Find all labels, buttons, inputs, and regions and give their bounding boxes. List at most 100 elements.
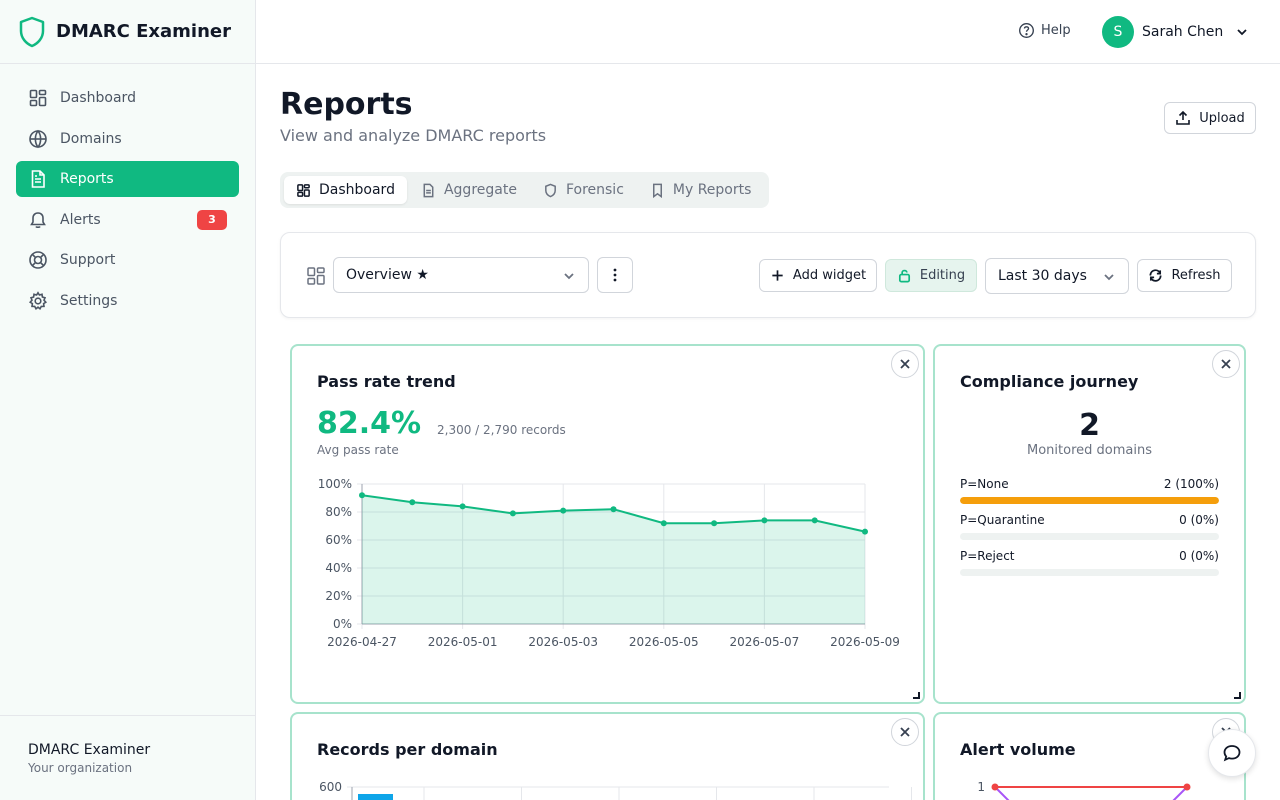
shield-icon (545, 183, 556, 197)
records-per-domain-widget[interactable]: Records per domain 600 (290, 712, 925, 800)
y-tick-label: 600 (319, 780, 342, 794)
data-point (459, 503, 466, 510)
remove-widget-button[interactable] (891, 350, 919, 378)
refresh-icon (1149, 269, 1162, 282)
remove-widget-button[interactable] (891, 718, 919, 746)
bell-icon (30, 211, 46, 228)
help-label: Help (1041, 23, 1071, 38)
data-point (610, 506, 617, 513)
sidebar-item-alerts[interactable]: Alerts 3 (16, 202, 239, 238)
date-range-select[interactable]: Last 30 days (985, 258, 1129, 294)
topbar: Help S Sarah Chen (256, 0, 1280, 64)
sidebar: DMARC Examiner Dashboard Domains Reports… (0, 0, 256, 800)
sidebar-nav: Dashboard Domains Reports Alerts 3 Suppo… (0, 64, 255, 339)
avg-pass-rate-label: Avg pass rate (317, 443, 399, 457)
alert-volume-widget[interactable]: Alert volume 1 (933, 712, 1246, 800)
kebab-menu-icon (613, 268, 617, 282)
gear-icon (28, 290, 48, 310)
series-line (994, 786, 1010, 800)
policy-label: P=Quarantine (960, 513, 1045, 527)
policy-progress-bar (960, 569, 1219, 576)
sidebar-item-label: Settings (60, 292, 118, 309)
brand[interactable]: DMARC Examiner (0, 0, 255, 64)
dashboard-select[interactable]: Overview ★ (333, 257, 589, 293)
policy-progress-bar (960, 533, 1219, 540)
policy-quarantine: P=Quarantine 0 (0%) (960, 513, 1219, 540)
chevron-down-icon (1104, 274, 1114, 281)
resize-handle[interactable] (1234, 692, 1241, 699)
tab-aggregate[interactable]: Aggregate (409, 176, 529, 204)
pass-rate-widget[interactable]: Pass rate trend 82.4% 2,300 / 2,790 reco… (290, 344, 925, 704)
tab-label: Forensic (565, 182, 624, 198)
add-widget-label: Add widget (792, 268, 867, 283)
monitored-domain-label: Monitored domains (1027, 443, 1152, 458)
y-tick-label: 80% (325, 505, 352, 519)
bookmark-icon (652, 183, 662, 198)
globe-icon (29, 129, 47, 148)
org-name: DMARC Examiner (28, 742, 151, 758)
chevron-down-icon (564, 273, 574, 280)
chat-bubble-icon (1223, 745, 1241, 762)
x-tick-label: 2026-05-07 (730, 635, 800, 649)
lifebuoy-icon (29, 251, 47, 269)
editing-toggle-button[interactable]: Editing (885, 259, 977, 292)
x-tick-label: 2026-05-09 (830, 635, 900, 649)
data-point (359, 492, 365, 499)
sidebar-item-settings[interactable]: Settings (16, 283, 239, 319)
widget-title: Compliance journey (960, 372, 1139, 391)
org-subtitle: Your organization (28, 761, 133, 775)
shield-logo-icon (19, 16, 45, 47)
refresh-label: Refresh (1171, 268, 1221, 283)
bar (358, 794, 393, 800)
help-circle-icon (1019, 23, 1034, 38)
sidebar-item-label: Reports (60, 171, 114, 187)
report-tabs: Dashboard Aggregate Forensic My Reports (280, 172, 770, 208)
series-line (1172, 786, 1188, 800)
sidebar-item-label: Support (60, 252, 116, 268)
chevron-down-icon (1237, 29, 1247, 36)
add-widget-button[interactable]: Add widget (759, 259, 877, 292)
organization-footer[interactable]: DMARC Examiner Your organization (0, 715, 255, 800)
sidebar-item-label: Domains (60, 130, 122, 147)
grid-icon (297, 183, 310, 197)
document-icon (423, 183, 434, 197)
upload-button[interactable]: Upload (1164, 102, 1256, 134)
help-link[interactable]: Help (1018, 22, 1071, 39)
dashboard-toolbar: Overview ★ Add widget Editing Last 30 da… (280, 232, 1256, 318)
sidebar-item-domains[interactable]: Domains (16, 121, 239, 157)
refresh-button[interactable]: Refresh (1137, 259, 1232, 292)
sidebar-item-label: Alerts (60, 211, 101, 228)
more-options-button[interactable] (597, 257, 633, 293)
grid-icon (29, 89, 47, 107)
policy-reject: P=Reject 0 (0%) (960, 549, 1219, 576)
close-icon (1221, 359, 1231, 369)
unlock-icon (898, 269, 910, 283)
sidebar-item-dashboard[interactable]: Dashboard (16, 80, 239, 116)
y-tick-label: 20% (325, 589, 352, 603)
data-point (509, 510, 516, 517)
widget-title: Pass rate trend (317, 372, 456, 391)
upload-label: Upload (1199, 110, 1245, 126)
policy-progress-bar (960, 497, 1219, 504)
y-tick-label: 0% (333, 617, 352, 631)
dashboard-select-value: Overview ★ (346, 267, 429, 283)
data-point (660, 520, 667, 527)
user-menu[interactable]: S Sarah Chen (1102, 16, 1249, 48)
chat-button[interactable] (1208, 729, 1256, 777)
brand-name: DMARC Examiner (56, 21, 231, 42)
compliance-widget[interactable]: Compliance journey 2 Monitored domains P… (933, 344, 1246, 704)
sidebar-item-reports[interactable]: Reports (16, 161, 239, 197)
policy-label: P=None (960, 477, 1009, 491)
tab-label: My Reports (672, 182, 752, 198)
policy-value: 2 (100%) (1163, 477, 1219, 491)
data-point (862, 528, 868, 535)
remove-widget-button[interactable] (1212, 350, 1240, 378)
policy-value: 0 (0%) (1179, 549, 1219, 563)
tab-dashboard[interactable]: Dashboard (284, 176, 407, 204)
tab-forensic[interactable]: Forensic (531, 176, 636, 204)
alerts-count-badge: 3 (197, 209, 227, 230)
data-point (1183, 783, 1191, 791)
sidebar-item-support[interactable]: Support (16, 242, 239, 278)
tab-my-reports[interactable]: My Reports (638, 176, 764, 204)
resize-handle[interactable] (913, 692, 920, 699)
